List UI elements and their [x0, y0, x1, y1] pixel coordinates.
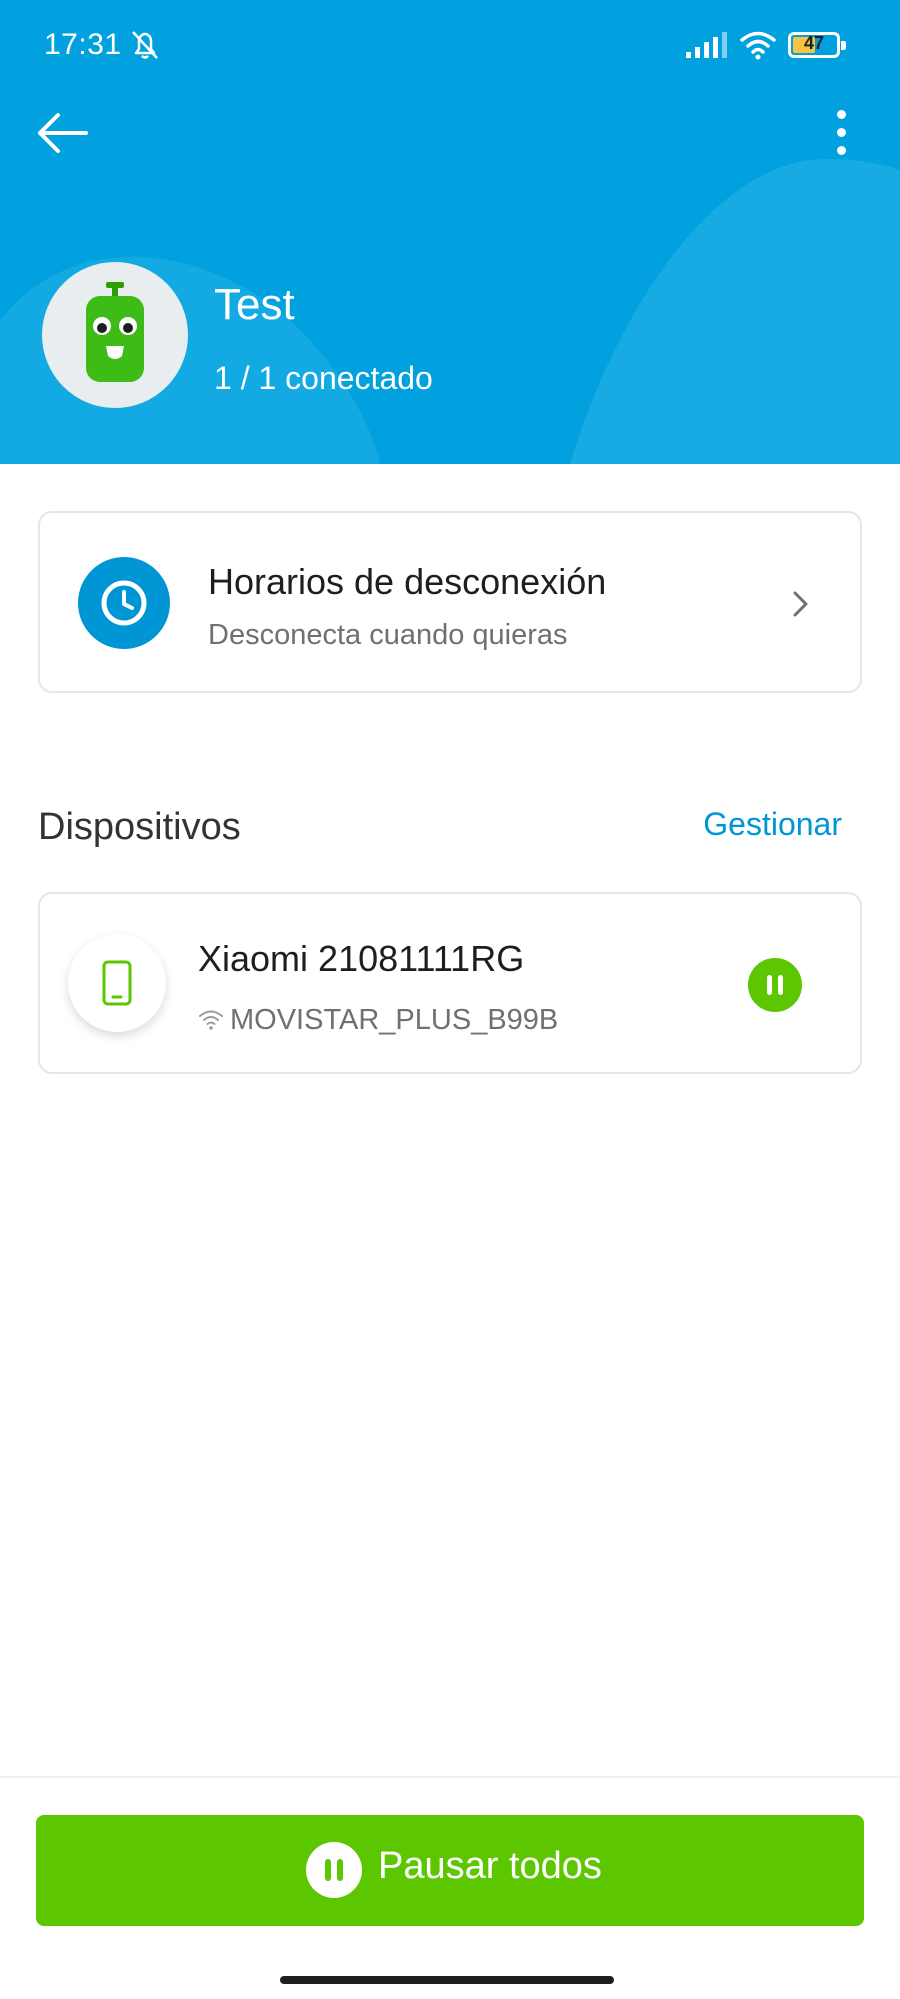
footer-divider — [0, 1776, 900, 1778]
pause-icon — [767, 975, 783, 995]
device-name: Xiaomi 21081111RG — [198, 938, 525, 979]
schedule-icon-circle — [78, 557, 170, 649]
bell-off-icon — [132, 31, 158, 59]
robot-avatar-icon — [86, 282, 144, 382]
device-pause-button[interactable] — [748, 958, 802, 1012]
pause-all-label: Pausar todos — [378, 1845, 602, 1887]
wifi-icon — [199, 1010, 223, 1030]
smartphone-icon — [102, 960, 132, 1006]
more-options-icon[interactable] — [826, 106, 856, 162]
battery-level: 47 — [803, 33, 825, 53]
devices-section-title: Dispositivos — [38, 806, 241, 848]
disconnect-schedule-card[interactable]: Horarios de desconexión Desconecta cuand… — [38, 511, 862, 693]
pause-icon — [325, 1859, 343, 1881]
device-icon-circle — [68, 934, 166, 1032]
wifi-icon — [740, 31, 776, 60]
profile-connection-status: 1 / 1 conectado — [214, 360, 433, 396]
back-arrow-icon[interactable] — [34, 108, 94, 158]
schedule-subtitle: Desconecta cuando quieras — [208, 619, 568, 651]
status-time: 17:31 — [44, 28, 122, 61]
manage-devices-link[interactable]: Gestionar — [703, 806, 842, 843]
device-network-name: MOVISTAR_PLUS_B99B — [230, 1004, 559, 1036]
pause-all-icon-circle — [306, 1842, 362, 1898]
status-bar: 17:31 47 — [0, 0, 900, 92]
pause-all-button[interactable]: Pausar todos — [36, 1815, 864, 1926]
clock-icon — [101, 580, 147, 626]
profile-name: Test — [214, 280, 295, 329]
home-indicator[interactable] — [280, 1976, 614, 1984]
signal-icon — [686, 32, 727, 58]
chevron-right-icon — [793, 591, 808, 617]
avatar — [42, 262, 188, 408]
schedule-title: Horarios de desconexión — [208, 561, 607, 602]
device-list-item[interactable]: Xiaomi 21081111RG MOVISTAR_PLUS_B99B — [38, 892, 862, 1074]
profile-header: 17:31 47 Test 1 / 1 conectado — [0, 0, 900, 464]
battery-icon: 47 — [788, 32, 846, 58]
device-network: MOVISTAR_PLUS_B99B — [198, 1004, 558, 1037]
